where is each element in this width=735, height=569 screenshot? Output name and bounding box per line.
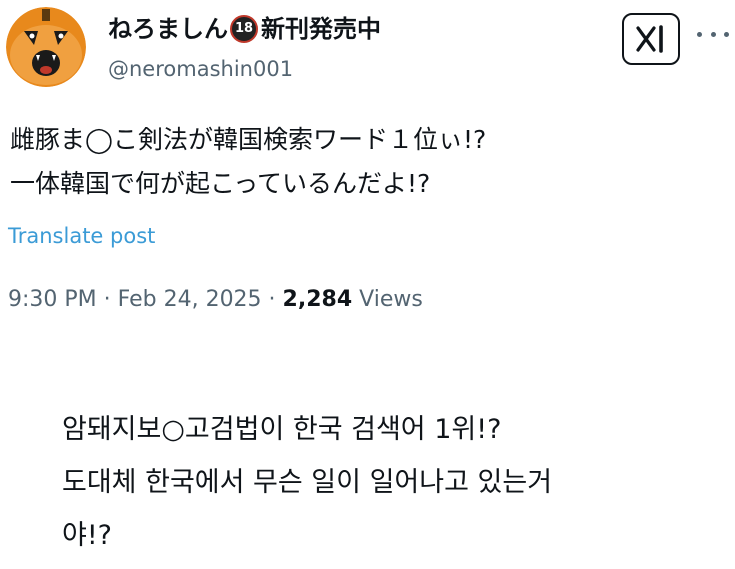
grok-button[interactable] bbox=[622, 13, 680, 65]
more-dots-icon bbox=[710, 31, 716, 37]
x-grok-logo-icon bbox=[636, 25, 663, 53]
post-meta: 9:30 PM · Feb 24, 2025 · 2,284 Views bbox=[8, 285, 423, 315]
caption-line: 야!? bbox=[62, 520, 112, 551]
avatar[interactable] bbox=[6, 7, 86, 87]
author-name-row[interactable]: ねろましん 18 新刊発売中 bbox=[108, 14, 381, 44]
post-body-line: 一体韓国で何が起こっているんだよ!? bbox=[10, 169, 431, 198]
pumpkin-face-avatar-icon bbox=[6, 7, 86, 87]
post-body: 雌豚ま◯こ剣法が韓国検索ワード１位ぃ!? 一体韓国で何が起こっているんだよ!? bbox=[10, 118, 710, 206]
author-display-name[interactable]: ねろましん bbox=[108, 14, 228, 44]
tweet-screenshot: ねろましん 18 新刊発売中 @neromashin001 雌豚ま◯こ剣法が韓国… bbox=[0, 0, 735, 569]
more-dots-icon bbox=[697, 31, 702, 37]
author-name-suffix[interactable]: 新刊発売中 bbox=[261, 14, 381, 44]
meta-separator: · bbox=[261, 287, 283, 312]
caption-line: 암돼지보○고검법이 한국 검색어 1위!? bbox=[62, 414, 502, 445]
post-body-line: 雌豚ま◯こ剣法が韓国検索ワード１位ぃ!? bbox=[10, 125, 487, 154]
meta-separator: · bbox=[96, 287, 118, 312]
post-date[interactable]: Feb 24, 2025 bbox=[118, 287, 262, 312]
translate-post-link[interactable]: Translate post bbox=[8, 221, 155, 251]
caption-line: 도대체 한국에서 무슨 일이 일어나고 있는거 bbox=[62, 467, 553, 498]
translation-caption: 암돼지보○고검법이 한국 검색어 1위!? 도대체 한국에서 무슨 일이 일어나… bbox=[62, 403, 722, 562]
more-dots-icon bbox=[724, 31, 729, 37]
author-handle[interactable]: @neromashin001 bbox=[108, 55, 293, 83]
views-label: Views bbox=[359, 287, 423, 312]
post-time[interactable]: 9:30 PM bbox=[8, 287, 97, 312]
more-options-button[interactable] bbox=[697, 26, 729, 42]
age-restriction-badge: 18 bbox=[230, 15, 258, 43]
views-count: 2,284 bbox=[282, 287, 353, 312]
